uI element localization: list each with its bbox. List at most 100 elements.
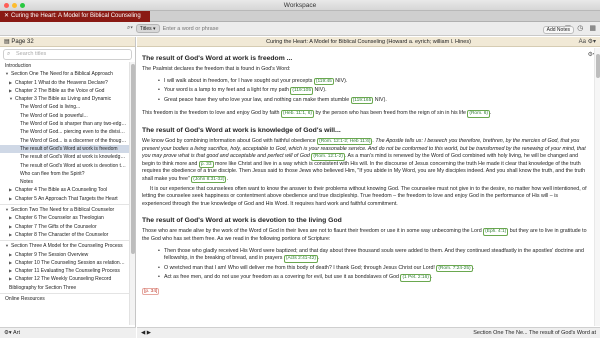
toc-item[interactable]: ▶ Chapter 2 The Bible as the Voice of God: [0, 87, 129, 95]
text-span: Your word is a lamp to my feet and a lig…: [164, 87, 291, 94]
paragraph: [p. 34]: [142, 287, 588, 296]
toc-item[interactable]: ▶ Chapter 1 What do the Heavens Declare?: [0, 79, 129, 87]
toc-item[interactable]: ▼ Section Three A Model for the Counselin…: [0, 242, 129, 250]
tab-book[interactable]: ✕ Curing the Heart: A Model for Biblical …: [0, 11, 150, 22]
tab-bar: ✕ Curing the Heart: A Model for Biblical …: [0, 11, 600, 22]
scripture-link[interactable]: (119:105: [290, 87, 313, 95]
text-span: O wretched man that I am! Who will deliv…: [164, 264, 437, 271]
toc-item[interactable]: ▶ Chapter 7 The Gifts of the Counselor: [0, 223, 129, 231]
minimize-window-button[interactable]: [12, 3, 17, 8]
toc-item[interactable]: The result of God's Word at work is devo…: [0, 162, 129, 170]
list-item: Then those who gladly received His Word …: [158, 247, 588, 263]
toc-item[interactable]: ▶ Chapter 5 An Approach That Targets the …: [0, 195, 129, 203]
text-span: Then those who gladly received His Word …: [164, 247, 584, 262]
next-icon[interactable]: ▶: [147, 330, 151, 336]
toc-item[interactable]: ▼ Section One The Need for a Biblical App…: [0, 70, 129, 78]
toc-item-label: The Word of God... is a discerner of the…: [20, 137, 129, 144]
toc-item[interactable]: ▶ Chapter 4 The Bible as A Counseling Too…: [0, 186, 129, 194]
toc-item[interactable]: Notes: [0, 178, 129, 186]
toc-item[interactable]: ▶ Chapter 6 The Counselor as Theologian: [0, 214, 129, 222]
toolbar: ⌕▾ Titles ▾ ~ ▥ ◷ ▦: [0, 22, 600, 36]
paragraph: It is our experience that counselees oft…: [142, 185, 587, 207]
footer-label: Art: [12, 330, 20, 336]
history-icon[interactable]: ◷: [577, 24, 583, 32]
window-controls[interactable]: [4, 3, 25, 8]
zoom-window-button[interactable]: [20, 3, 25, 8]
toc-item[interactable]: The Word of God is sharper than any two-…: [0, 120, 129, 128]
toc-item[interactable]: ▼ Chapter 3 The Bible as Living and Dynam…: [0, 95, 129, 103]
scripture-link[interactable]: (Rom. 7:24-25): [436, 264, 473, 273]
text-span: We know God by combining information abo…: [142, 137, 318, 144]
toc-item-label: The result of God's Word at work is know…: [20, 154, 129, 161]
page-marker[interactable]: p. 33: [198, 160, 214, 169]
header-icons: Aa ⚙▾: [579, 37, 596, 47]
toc-item[interactable]: ▶ Chapter 12 The Weekly Counseling Record: [0, 275, 129, 283]
toc-item[interactable]: The Word of God is living...: [0, 103, 129, 111]
section-heading: The result of God's Word at work is know…: [142, 126, 341, 134]
toc-item[interactable]: The Word of God is powerful...: [0, 112, 129, 120]
layout-icon[interactable]: ▦: [589, 24, 596, 32]
search-icon[interactable]: ⌕▾: [127, 25, 133, 32]
gear-icon[interactable]: ⚙▾: [588, 39, 596, 45]
font-size-icon[interactable]: Aa: [579, 39, 586, 45]
toc-item[interactable]: ▶ Chapter 9 The Session Overview: [0, 251, 129, 259]
scripture-link[interactable]: (Heb. 11:1, 6): [280, 110, 314, 118]
toc-item[interactable]: The result of God's Word at work is free…: [0, 144, 129, 154]
toc-item[interactable]: Online Resources: [0, 295, 129, 303]
gear-icon[interactable]: ⚙▾: [4, 330, 12, 336]
scripture-link[interactable]: (Rom. 6): [467, 110, 491, 118]
text-span: .: [472, 264, 475, 271]
toc-item-label: Chapter 6 The Counselor as Theologian: [15, 215, 104, 222]
toc-item[interactable]: ▶ Chapter 10 The Counseling Session as re…: [0, 259, 129, 267]
search-input[interactable]: [162, 24, 283, 33]
toc-scroll-thumb[interactable]: [131, 64, 135, 254]
paragraph: This freedom is the freedom to love and …: [142, 110, 588, 118]
toc-item-label: Chapter 11 Evaluating The Counseling Pro…: [15, 268, 120, 275]
list-item: O wretched man that I am! Who will deliv…: [158, 264, 588, 273]
scripture-link[interactable]: (John 8:31-32): [191, 175, 227, 184]
scripture-link[interactable]: (Eph. 4:1): [483, 228, 509, 236]
toc-item[interactable]: The Word of God... piercing even to the …: [0, 128, 129, 136]
page-label: Page 32: [11, 39, 34, 45]
scripture-link[interactable]: (Acts 2:41-42): [283, 255, 318, 263]
page-marker[interactable]: [p. 34]: [142, 287, 160, 296]
toc-item[interactable]: Introduction: [0, 62, 129, 70]
close-window-button[interactable]: [4, 3, 9, 8]
toc-item[interactable]: ▶ Chapter 11 Evaluating The Counseling Pr…: [0, 267, 129, 275]
toc-item[interactable]: ▼ Section Two The Need for a Biblical Cou…: [0, 206, 129, 214]
content-scrollbar[interactable]: [594, 48, 600, 326]
toc-item[interactable]: Who can flee from the Spirit?: [0, 170, 129, 178]
window-title: Workspace: [283, 2, 317, 9]
list-item: Your word is a lamp to my feet and a lig…: [158, 87, 588, 95]
search-icon: ⌕: [7, 51, 11, 57]
text-span: .: [226, 175, 228, 182]
scripture-link[interactable]: (119:165: [350, 96, 374, 105]
text-span: by the person who has been freed from th…: [313, 110, 468, 117]
reader-pane: Add Notes Curing the Heart: A Model for …: [137, 26, 600, 338]
toc-item-label: Chapter 3 The Bible as Living and Dynami…: [15, 96, 112, 103]
toc-separator: [0, 240, 129, 242]
list-item: I will walk about in freedom, for I have…: [158, 77, 588, 86]
scripture-link[interactable]: (Rom. 12:1-2; Heb 11:6): [317, 137, 373, 146]
close-tab-icon[interactable]: ✕: [4, 11, 11, 22]
scripture-link[interactable]: (Rom. 12:1-2): [311, 153, 345, 161]
content-scroll-thumb[interactable]: [596, 54, 600, 78]
toc-item-label: The Word of God is sharper than any two-…: [20, 121, 129, 128]
toc-search-field[interactable]: ⌕ Search titles: [3, 49, 132, 60]
toc-scrollbar[interactable]: [129, 62, 135, 325]
toc-item[interactable]: The Word of God... is a discerner of the…: [0, 137, 129, 145]
toc-separator: [0, 293, 129, 295]
add-notes-button[interactable]: Add Notes: [542, 26, 574, 34]
titles-scope-button[interactable]: Titles ▾: [135, 24, 160, 33]
toc-item[interactable]: ▶ Chapter 8 The Character of the Counselo…: [0, 231, 129, 239]
toc-item-label: Chapter 9 The Session Overview: [15, 251, 89, 258]
toc-item-label: Chapter 2 The Bible as the Voice of God: [15, 87, 105, 94]
toc-item[interactable]: The result of God's Word at work is know…: [0, 153, 129, 161]
toc-item-label: Online Resources: [5, 296, 45, 303]
location-breadcrumb[interactable]: Section One The Ne... The result of God'…: [473, 328, 596, 338]
scripture-link[interactable]: (119:45: [313, 77, 334, 86]
toc-item[interactable]: Bibliography for Section Three: [0, 284, 129, 292]
previous-icon[interactable]: ◀: [141, 330, 145, 336]
toc-item-label: Chapter 10 The Counseling Session as rel…: [15, 259, 129, 266]
scripture-link[interactable]: (1 Pet. 2:16): [400, 274, 431, 282]
